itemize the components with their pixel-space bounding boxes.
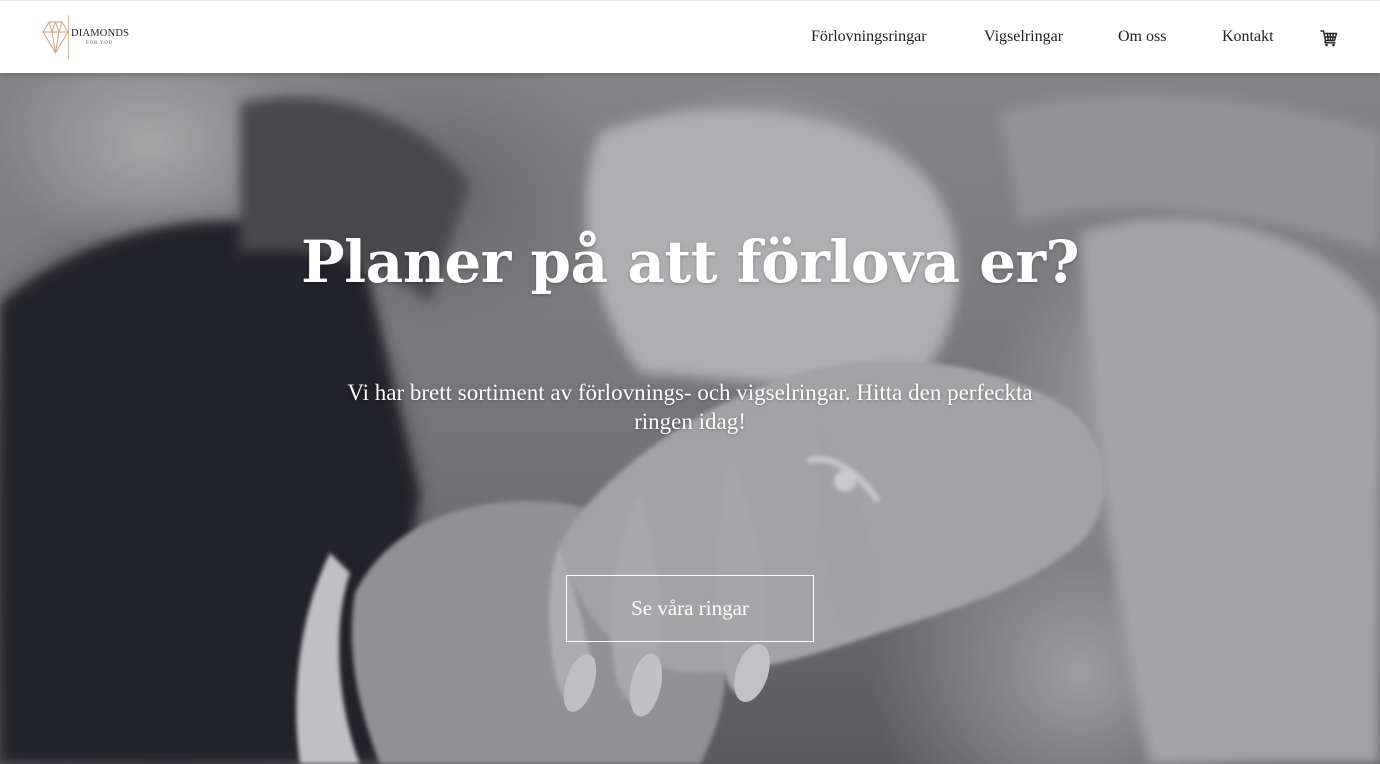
hero-section: Planer på att förlova er? Vi har brett s… bbox=[0, 73, 1380, 764]
see-rings-button[interactable]: Se våra ringar bbox=[566, 575, 814, 642]
hero-description: Vi har brett sortiment av förlovnings- o… bbox=[347, 380, 1033, 434]
nav-link-om-oss[interactable]: Om oss bbox=[1118, 28, 1166, 46]
logo-tagline: FOR YOU bbox=[86, 41, 114, 46]
nav-link-vigselringar[interactable]: Vigselringar bbox=[984, 28, 1063, 46]
nav-link-kontakt[interactable]: Kontakt bbox=[1222, 28, 1274, 46]
diamond-logo-icon bbox=[42, 15, 69, 59]
hero-title: Planer på att förlova er? bbox=[300, 228, 1080, 296]
site-header: DIAMONDS FOR YOU Förlovningsringar Vigse… bbox=[0, 0, 1380, 73]
nav-link-forlovningsringar[interactable]: Förlovningsringar bbox=[811, 28, 927, 46]
page: DIAMONDS FOR YOU Förlovningsringar Vigse… bbox=[0, 0, 1380, 764]
shopping-cart-icon[interactable] bbox=[1320, 29, 1338, 47]
site-logo[interactable]: DIAMONDS FOR YOU bbox=[40, 13, 140, 61]
logo-wordmark: DIAMONDS bbox=[71, 28, 130, 39]
